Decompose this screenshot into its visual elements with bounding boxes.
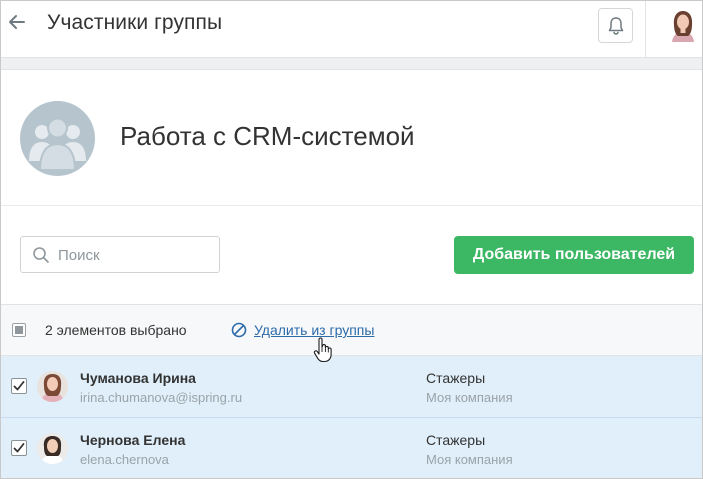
block-icon [231,322,247,338]
member-company: Моя компания [426,390,513,405]
notifications-button[interactable] [598,8,633,43]
member-department: Стажеры [426,370,486,386]
remove-from-group-label: Удалить из группы [254,322,375,338]
member-email: elena.chernova [80,452,169,467]
member-department: Стажеры [426,432,486,448]
check-icon [13,443,25,453]
add-users-button[interactable]: Добавить пользователей [454,236,694,274]
search-box[interactable] [20,236,220,273]
member-email: irina.chumanova@ispring.ru [80,390,243,405]
group-avatar [20,101,95,176]
search-icon [33,247,49,263]
avatar [37,433,68,464]
group-header: Работа с CRM-системой [1,70,702,206]
back-button[interactable] [6,11,28,33]
remove-from-group-link[interactable]: Удалить из группы [231,320,374,340]
check-icon [13,381,25,391]
page-title: Участники группы [47,11,223,34]
members-toolbar: Добавить пользователей [1,206,702,305]
group-title: Работа с CRM-системой [120,121,415,151]
search-input[interactable] [58,243,213,267]
member-name: Чернова Елена [80,432,186,448]
member-row[interactable]: Чернова Елена elena.chernova Стажеры Моя… [1,418,702,478]
row-checkbox[interactable] [11,378,27,394]
user-avatar[interactable] [668,9,698,42]
avatar [37,371,68,402]
member-name: Чуманова Ирина [80,370,196,386]
select-all-checkbox[interactable] [12,323,26,337]
arrow-left-icon [9,15,25,29]
app-window: Участники группы Работа с CRM-системой П… [0,0,703,479]
top-bar: Участники группы [1,1,702,58]
member-company: Моя компания [426,452,513,467]
bell-icon [608,16,623,35]
group-users-icon [29,117,86,171]
selected-count: 2 элементов выбрано [45,322,187,338]
header-separator [1,58,702,70]
selection-bar: 2 элементов выбрано Удалить из группы [1,305,702,356]
member-row[interactable]: Чуманова Ирина irina.chumanova@ispring.r… [1,356,702,418]
topbar-divider [645,1,646,58]
row-checkbox[interactable] [11,440,27,456]
